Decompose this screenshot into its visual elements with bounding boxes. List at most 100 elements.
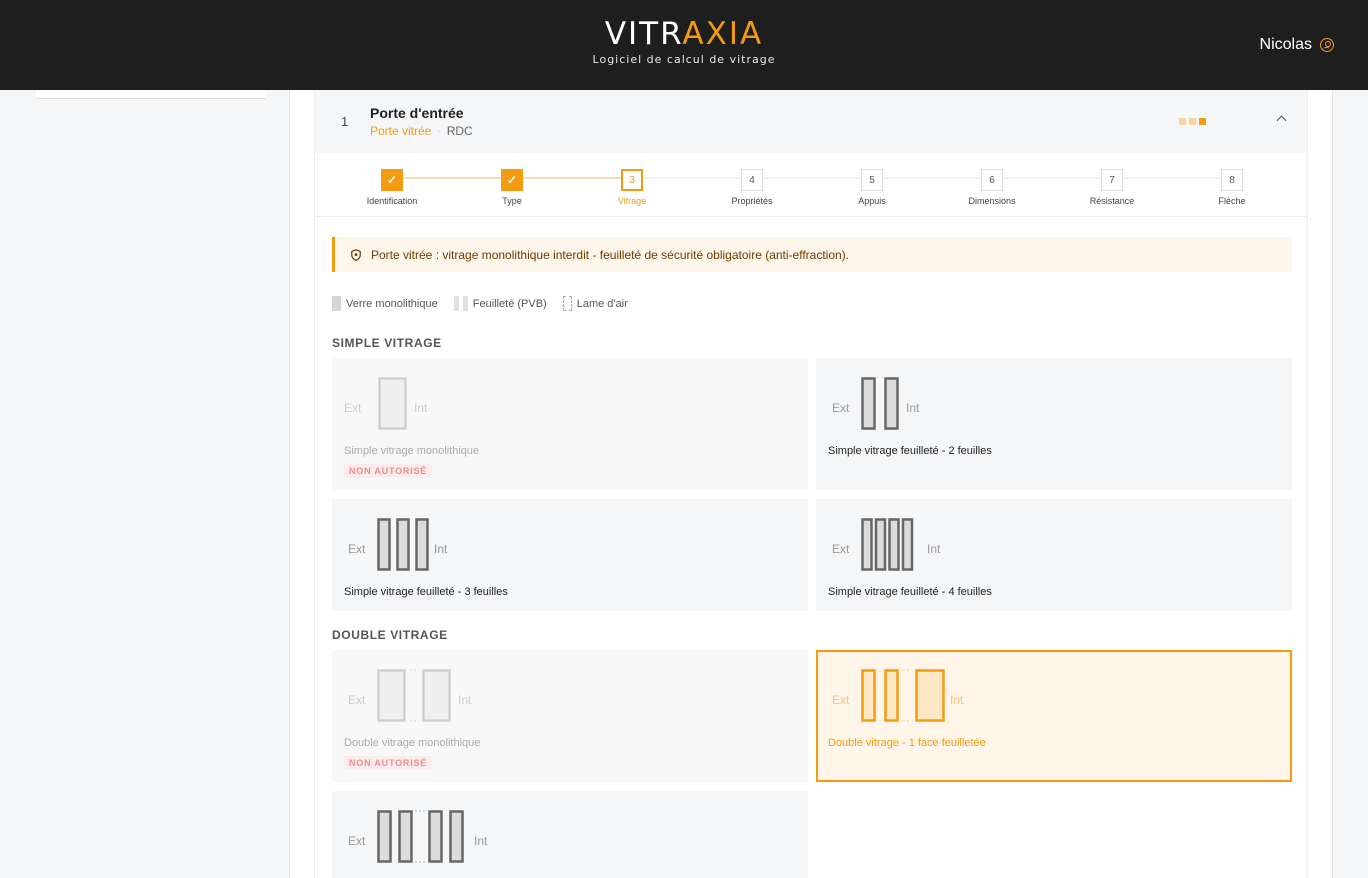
brand-logo: VITRAXIA [0,16,1368,52]
option-label: Simple vitrage feuilleté - 2 feuilles [828,445,992,457]
ext-label: Ext [832,693,850,707]
step-type[interactable]: ✓ Type [462,169,562,206]
stepper: ✓ Identification ✓ Type 3 Vitrage 4 Prop… [315,153,1307,217]
option-dv-2-faces-feuilletees[interactable]: Ext Int [332,791,808,878]
option-sv-feuillete-3[interactable]: Ext Int Simple vitrage feuilleté - 3 feu… [332,499,808,611]
ext-label: Ext [832,401,850,415]
item-type: Porte vitrée [370,124,432,138]
step-resistance[interactable]: 7 Résistance [1062,169,1162,206]
progress-dot [1179,118,1186,125]
right-gutter [1333,90,1368,878]
progress-dots [1179,118,1206,125]
security-alert: Porte vitrée : vitrage monolithique inte… [332,237,1292,272]
item-separator: · [437,125,441,137]
option-dv-1-face-feuilletee[interactable]: Ext Int Double vitrage - 1 face feuillet… [816,650,1292,782]
laminated-glass-swatch [453,296,468,311]
user-menu[interactable]: Nicolas [1260,36,1334,54]
item-title: Porte d'entrée [370,105,464,121]
legend-air: Lame d'air [562,296,628,311]
left-card [36,90,266,99]
step-7-label: Résistance [1089,196,1135,206]
step-8-marker: 8 [1221,169,1243,191]
not-allowed-badge: NON AUTORISÉ [344,756,433,770]
step-5-marker: 5 [861,169,883,191]
glass-diagram-icon [861,518,914,571]
legend-air-label: Lame d'air [576,297,628,310]
step-4-marker: 4 [741,169,763,191]
legend-mono-label: Verre monolithique [346,297,438,310]
item-header[interactable]: 1 Porte d'entrée Porte vitrée · RDC [315,90,1307,153]
ext-label: Ext [348,693,366,707]
user-icon [1320,38,1334,52]
int-label: Int [906,401,920,415]
not-allowed-badge: NON AUTORISÉ [344,464,433,478]
option-label: Simple vitrage feuilleté - 3 feuilles [344,586,508,598]
item-subtitle: Porte vitrée · RDC [370,124,473,138]
user-name: Nicolas [1259,36,1312,53]
int-label: Int [927,542,941,556]
ext-label: Ext [348,542,366,556]
glass-legend: Verre monolithique Feuilleté (PVB) Lame … [332,296,644,311]
option-sv-monolithique: Ext Int Simple vitrage monolithique NON … [332,358,808,490]
mono-glass-swatch [332,296,341,311]
step-vitrage[interactable]: 3 Vitrage [582,169,682,206]
step-3-marker: 3 [621,169,643,191]
step-fleche[interactable]: 8 Flèche [1182,169,1282,206]
step-2-marker: ✓ [501,169,523,191]
left-panel [0,90,290,878]
alert-text: Porte vitrée : vitrage monolithique inte… [371,247,850,262]
step-2-label: Type [502,196,522,206]
glass-diagram-icon [861,377,899,430]
step-8-label: Flèche [1218,196,1246,206]
step-6-marker: 6 [981,169,1003,191]
int-label: Int [474,834,488,848]
step-identification[interactable]: ✓ Identification [342,169,442,206]
int-label: Int [434,542,448,556]
progress-dot [1189,118,1196,125]
option-sv-feuillete-4[interactable]: Ext Int Simple vitrage feuilleté - 4 feu… [816,499,1292,611]
section-double-vitrage: DOUBLE VITRAGE [332,628,448,642]
legend-pvb: Feuilleté (PVB) [453,296,547,311]
step-appuis[interactable]: 5 Appuis [822,169,922,206]
option-sv-feuillete-2[interactable]: Ext Int Simple vitrage feuilleté - 2 feu… [816,358,1292,490]
ext-label: Ext [348,834,366,848]
air-gap-swatch [562,296,572,311]
item-card: 1 Porte d'entrée Porte vitrée · RDC ✓ Id… [314,90,1308,878]
chevron-up-icon[interactable] [1275,112,1289,126]
option-label: Double vitrage - 1 face feuilletée [828,737,986,749]
brand-logo-accent: AXIA [682,16,764,52]
int-label: Int [950,693,964,707]
brand-tagline: Logiciel de calcul de vitrage [592,53,776,66]
glass-diagram-icon [377,518,429,571]
ext-label: Ext [832,542,850,556]
top-bar: VITRAXIA Logiciel de calcul de vitrage N… [0,0,1368,90]
option-label: Simple vitrage monolithique [344,445,480,457]
step-3-label: Vitrage [617,196,647,206]
ext-label: Ext [344,401,362,415]
option-label: Simple vitrage feuilleté - 4 feuilles [828,586,992,598]
step-dimensions[interactable]: 6 Dimensions [942,169,1042,206]
step-4-label: Propriétés [731,196,773,206]
int-label: Int [458,693,472,707]
section-simple-vitrage: SIMPLE VITRAGE [332,336,442,350]
int-label: Int [414,401,428,415]
option-dv-monolithique: Ext Int Double vitrage monolithique NON … [332,650,808,782]
option-label: Double vitrage monolithique [344,737,481,749]
step-5-label: Appuis [858,196,886,206]
progress-dot [1199,118,1206,125]
glass-diagram-icon [861,669,945,722]
glass-diagram-icon [377,669,451,722]
step-proprietes[interactable]: 4 Propriétés [702,169,802,206]
step-7-marker: 7 [1101,169,1123,191]
brand-logo-main: VITR [604,16,683,52]
legend-pvb-label: Feuilleté (PVB) [472,297,547,310]
item-level: RDC [446,124,473,138]
step-6-label: Dimensions [968,196,1016,206]
item-number: 1 [341,114,349,129]
glass-diagram-icon [377,810,464,863]
step-1-marker: ✓ [381,169,403,191]
step-1-label: Identification [366,196,418,206]
brand[interactable]: VITRAXIA Logiciel de calcul de vitrage [0,16,1368,66]
shield-icon [351,248,361,261]
legend-mono: Verre monolithique [332,296,438,311]
